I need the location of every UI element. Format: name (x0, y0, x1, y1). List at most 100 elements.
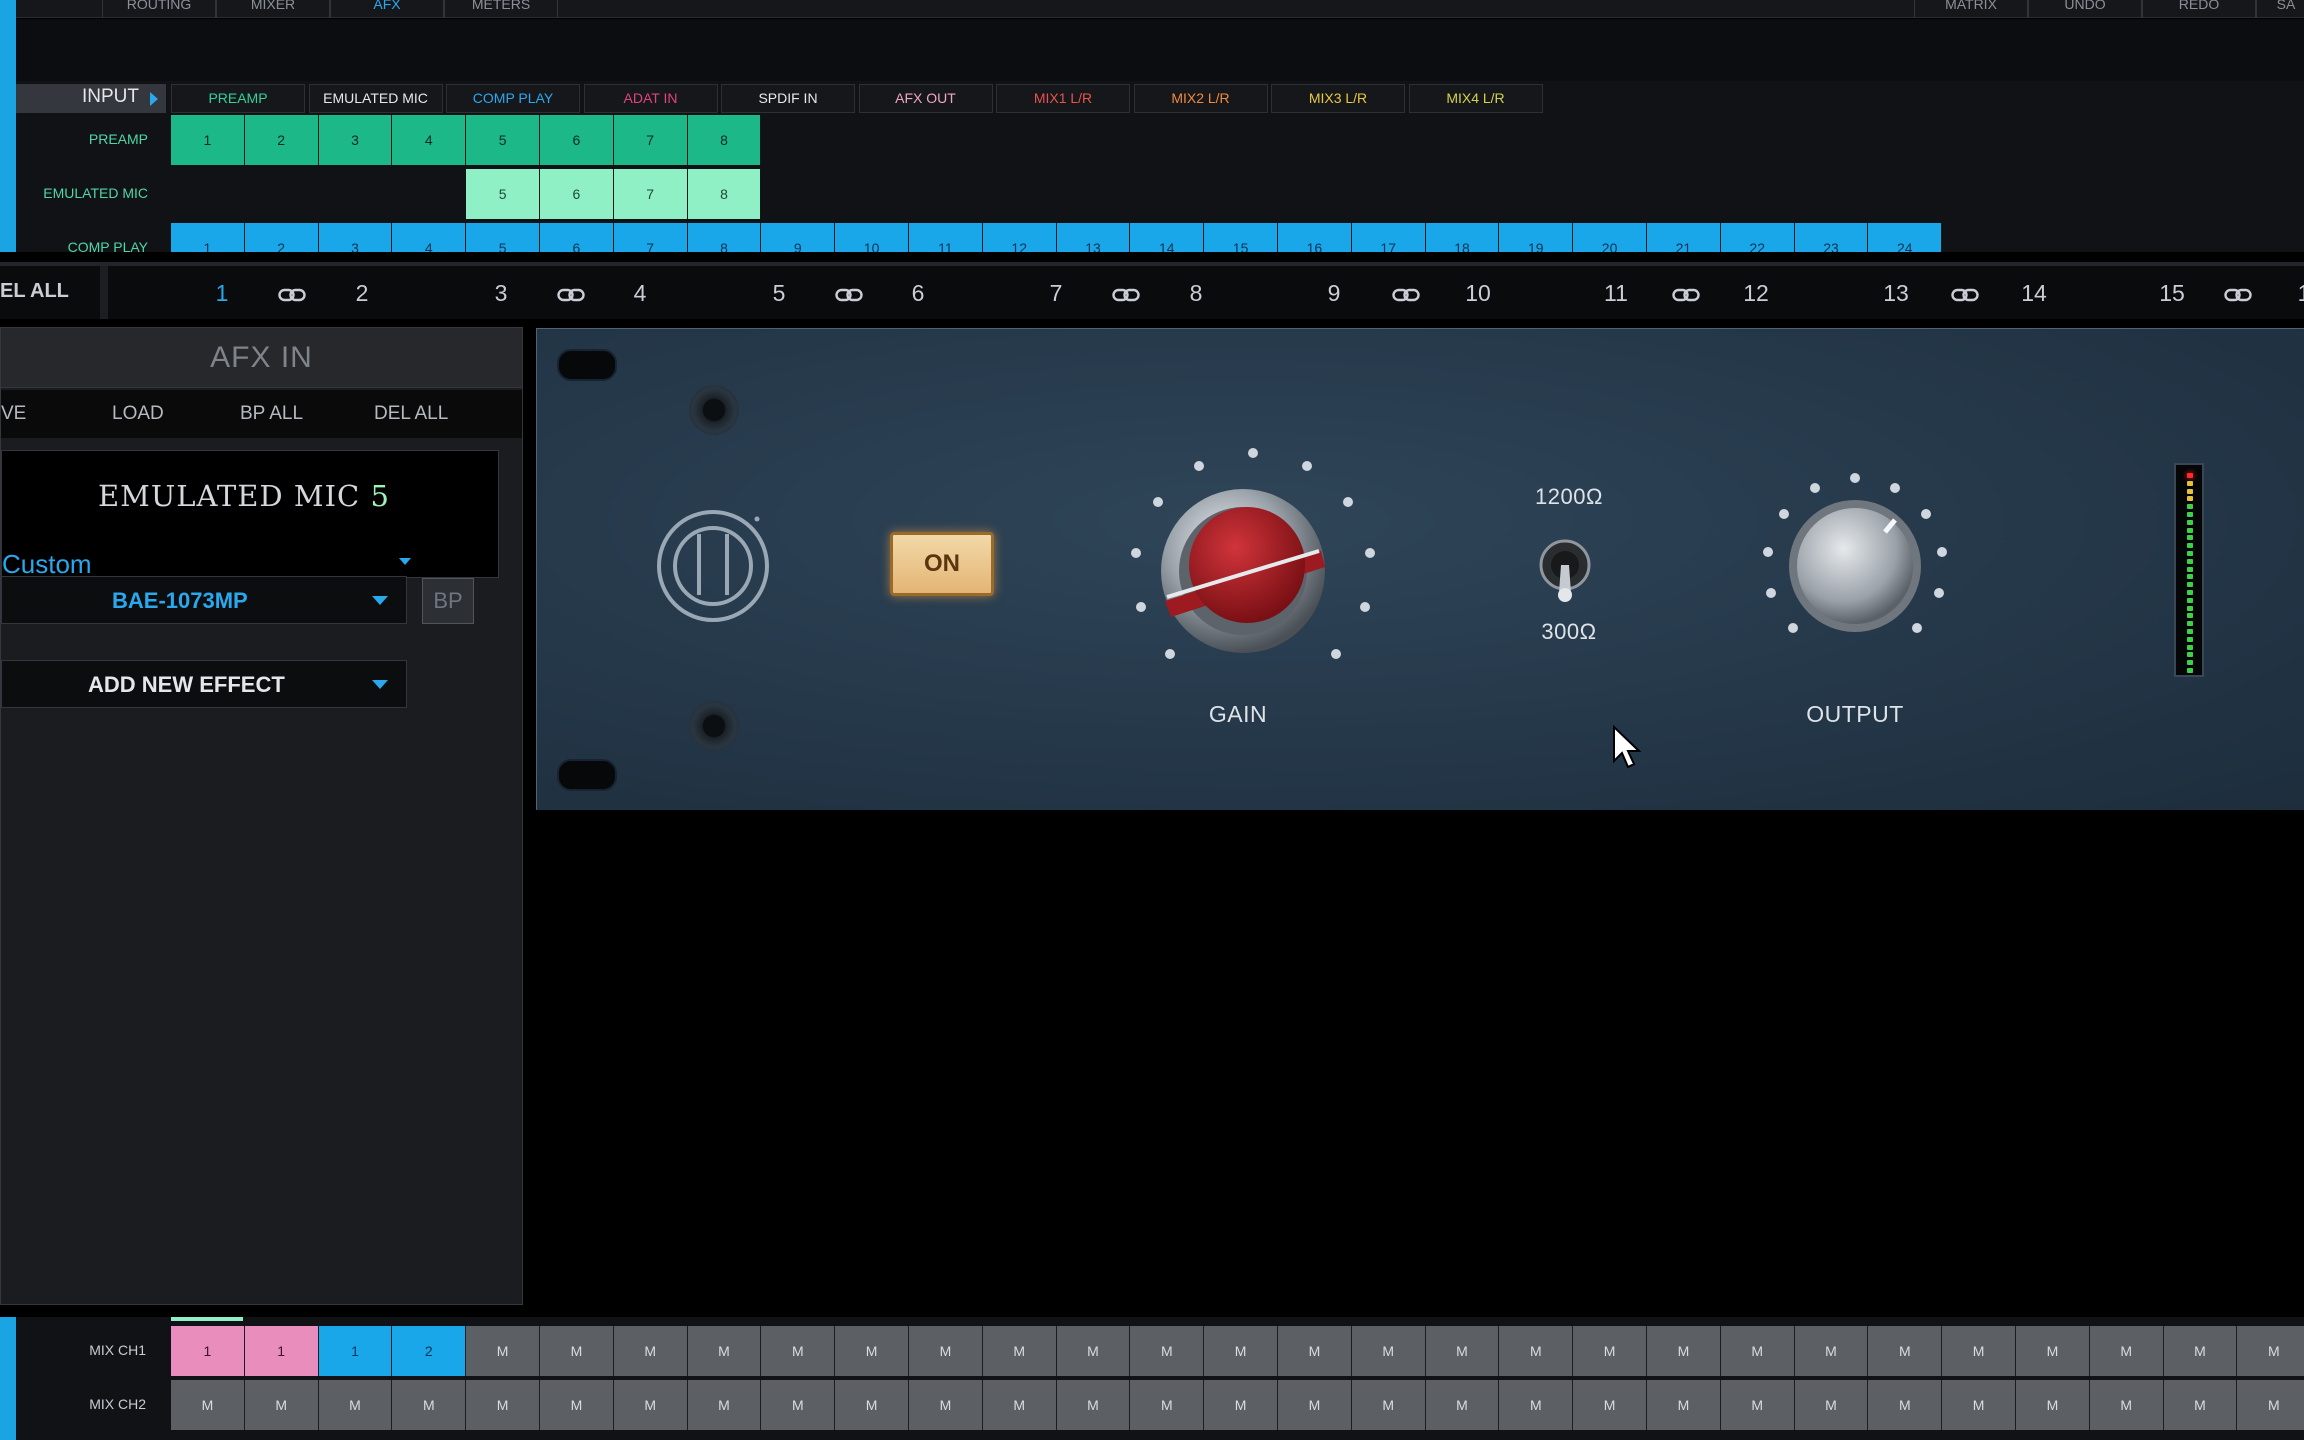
mute-cell[interactable]: M (1794, 1380, 1869, 1430)
route-cell[interactable]: 4 (392, 223, 467, 252)
route-tab-mix3-l-r[interactable]: MIX3 L/R (1271, 84, 1405, 113)
mute-cell[interactable]: M (171, 1380, 245, 1430)
chain-link-icon[interactable] (1392, 288, 1420, 302)
mix-channel-cell[interactable]: 1 (318, 1326, 393, 1376)
route-cell[interactable]: 3 (318, 223, 393, 252)
route-cell[interactable]: 8 (687, 223, 762, 252)
link-channel-number[interactable]: 9 (1314, 280, 1354, 307)
mute-cell[interactable]: M (835, 1380, 909, 1430)
mute-cell[interactable]: M (1056, 1326, 1131, 1376)
route-cell[interactable]: 16 (1278, 223, 1352, 252)
mute-cell[interactable]: M (1647, 1380, 1721, 1430)
impedance-toggle-switch[interactable] (1537, 535, 1593, 605)
chain-link-icon[interactable] (556, 288, 585, 302)
link-channel-number[interactable]: 13 (1876, 280, 1916, 307)
mute-cell[interactable]: M (540, 1326, 614, 1376)
mute-cell[interactable]: M (613, 1326, 688, 1376)
chain-link-icon[interactable] (1672, 288, 1700, 302)
mute-cell[interactable]: M (909, 1326, 983, 1376)
route-cell[interactable]: 5 (466, 223, 540, 252)
mute-cell[interactable]: M (2163, 1380, 2238, 1430)
effect-dropdown[interactable]: BAE-1073MP (1, 576, 407, 624)
mix-channel-cell[interactable]: 1 (244, 1326, 319, 1376)
mute-cell[interactable]: M (2163, 1326, 2238, 1376)
link-channel-number[interactable]: 1 (202, 280, 242, 307)
mute-cell[interactable]: M (392, 1380, 467, 1430)
route-cell[interactable]: 3 (318, 115, 393, 165)
mute-cell[interactable]: M (982, 1380, 1057, 1430)
route-cell[interactable]: 2 (244, 115, 319, 165)
chain-link-icon[interactable] (834, 288, 863, 302)
mute-cell[interactable]: M (1278, 1326, 1352, 1376)
gain-knob[interactable] (1153, 481, 1333, 661)
mute-cell[interactable]: M (466, 1326, 540, 1376)
route-cell[interactable]: 7 (613, 115, 688, 165)
mute-cell[interactable]: M (1647, 1326, 1721, 1376)
route-cell[interactable]: 6 (540, 223, 614, 252)
mute-cell[interactable]: M (244, 1380, 319, 1430)
mute-cell[interactable]: M (1794, 1326, 1869, 1376)
link-channel-number[interactable]: 11 (1596, 280, 1636, 307)
mute-cell[interactable]: M (2016, 1326, 2090, 1376)
mute-cell[interactable]: M (2089, 1380, 2164, 1430)
route-tab-mix2-l-r[interactable]: MIX2 L/R (1133, 84, 1268, 113)
route-cell[interactable]: 4 (392, 115, 467, 165)
mute-cell[interactable]: M (761, 1326, 836, 1376)
link-channel-number[interactable]: 1 (2284, 280, 2304, 307)
route-tab-preamp[interactable]: PREAMP (171, 84, 305, 113)
load-button[interactable]: LOAD (112, 403, 164, 425)
mute-cell[interactable]: M (2016, 1380, 2090, 1430)
mute-cell[interactable]: M (2237, 1380, 2304, 1430)
route-cell[interactable]: 10 (835, 223, 909, 252)
link-channel-number[interactable]: 7 (1036, 280, 1076, 307)
mix-channel-cell[interactable]: 2 (392, 1326, 467, 1376)
route-cell[interactable]: 9 (761, 223, 836, 252)
mute-cell[interactable]: M (2237, 1326, 2304, 1376)
route-tab-mix4-l-r[interactable]: MIX4 L/R (1408, 84, 1543, 113)
mute-cell[interactable]: M (1868, 1380, 1943, 1430)
route-cell[interactable]: 1 (171, 223, 245, 252)
del-all-button[interactable]: DEL ALL (374, 403, 448, 425)
chain-link-icon[interactable] (278, 288, 306, 302)
mute-cell[interactable]: M (687, 1326, 762, 1376)
bypass-button[interactable]: BP (422, 578, 474, 624)
route-tab-emulated-mic[interactable]: EMULATED MIC (308, 84, 443, 113)
add-effect-dropdown[interactable]: ADD NEW EFFECT (1, 660, 407, 708)
mute-cell[interactable]: M (1278, 1380, 1352, 1430)
link-channel-number[interactable]: 6 (898, 280, 938, 307)
mute-cell[interactable]: M (1425, 1326, 1500, 1376)
route-cell[interactable]: 13 (1056, 223, 1131, 252)
route-cell[interactable]: 14 (1130, 223, 1205, 252)
mute-cell[interactable]: M (909, 1380, 983, 1430)
link-channel-number[interactable]: 3 (481, 280, 521, 307)
route-cell[interactable]: 15 (1204, 223, 1278, 252)
route-tab-mix1-l-r[interactable]: MIX1 L/R (996, 84, 1130, 113)
link-channel-number[interactable]: 5 (759, 280, 799, 307)
route-cell[interactable]: 8 (687, 169, 762, 219)
mute-cell[interactable]: M (1942, 1326, 2016, 1376)
power-on-button[interactable]: ON (890, 532, 994, 596)
mute-cell[interactable]: M (540, 1380, 614, 1430)
mute-cell[interactable]: M (318, 1380, 393, 1430)
mute-cell[interactable]: M (1499, 1380, 1574, 1430)
route-cell[interactable]: 8 (687, 115, 762, 165)
chain-link-icon[interactable] (1951, 288, 1979, 302)
mute-cell[interactable]: M (1425, 1380, 1500, 1430)
matrix-button[interactable]: MATRIX (1914, 0, 2028, 18)
tab-meters[interactable]: METERS (444, 0, 558, 18)
route-cell[interactable]: 12 (982, 223, 1057, 252)
route-tab-spdif-in[interactable]: SPDIF IN (721, 84, 855, 113)
mute-cell[interactable]: M (613, 1380, 688, 1430)
mute-cell[interactable]: M (466, 1380, 540, 1430)
input-header[interactable]: INPUT (16, 84, 166, 113)
link-channel-number[interactable]: 14 (2014, 280, 2054, 307)
undo-button[interactable]: UNDO (2028, 0, 2142, 18)
route-tab-adat-in[interactable]: ADAT IN (583, 84, 718, 113)
mute-cell[interactable]: M (1942, 1380, 2016, 1430)
route-cell[interactable]: 18 (1425, 223, 1500, 252)
route-cell[interactable]: 19 (1499, 223, 1574, 252)
route-cell[interactable]: 5 (466, 169, 540, 219)
tab-routing[interactable]: ROUTING (102, 0, 216, 18)
route-cell[interactable]: 20 (1573, 223, 1647, 252)
route-cell[interactable]: 24 (1868, 223, 1943, 252)
